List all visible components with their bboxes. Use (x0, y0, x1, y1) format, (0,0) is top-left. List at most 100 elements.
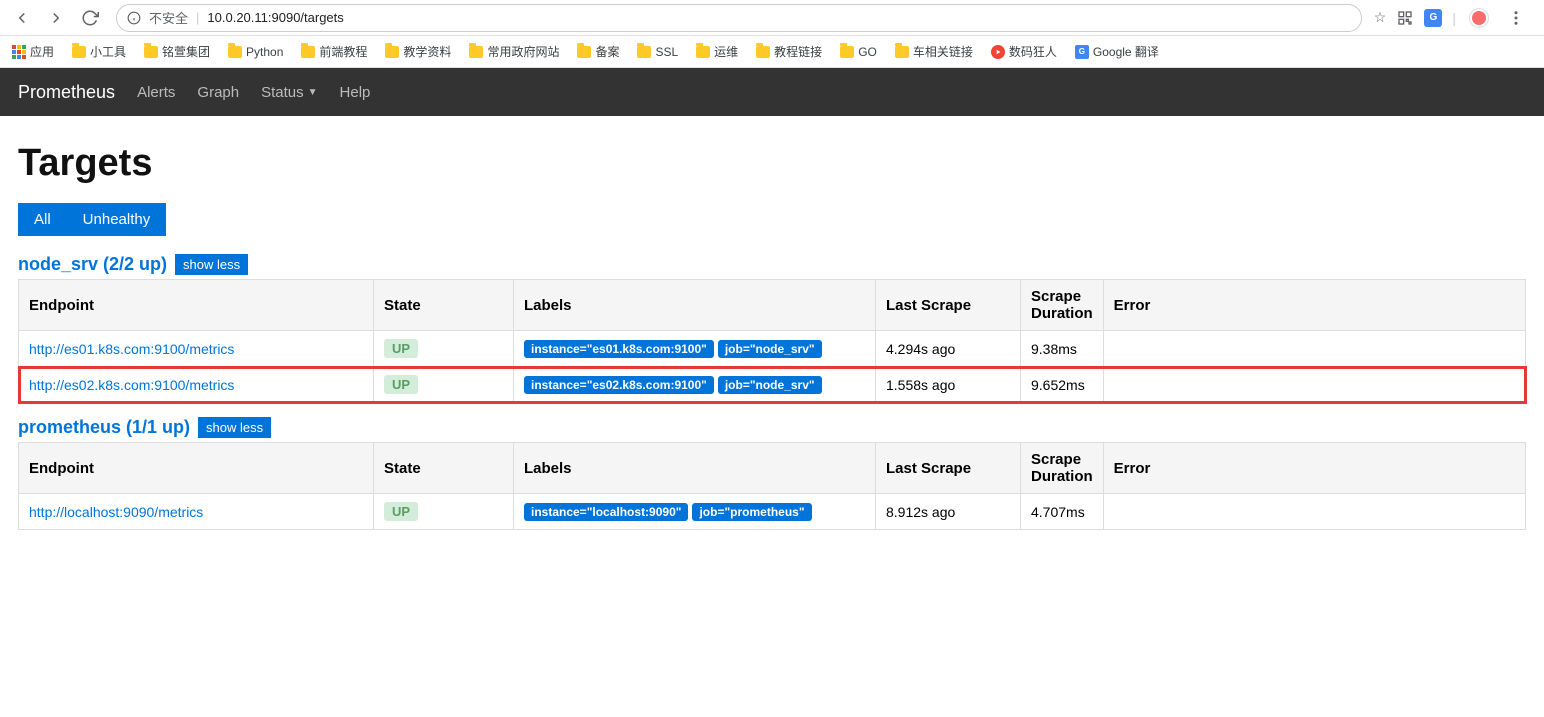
nav-status[interactable]: Status ▼ (261, 84, 317, 101)
job-title-link[interactable]: prometheus (1/1 up) (18, 417, 190, 438)
menu-button[interactable] (1502, 4, 1530, 32)
job-header: node_srv (2/2 up) show less (18, 254, 1526, 275)
bookmark-folder[interactable]: 常用政府网站 (469, 43, 559, 60)
forward-button[interactable] (42, 4, 70, 32)
bookmark-label: Python (246, 45, 283, 59)
column-header: Endpoint (19, 280, 374, 331)
column-header: Scrape Duration (1021, 280, 1104, 331)
bookmark-label: 运维 (714, 43, 738, 60)
bookmark-folder[interactable]: Python (228, 45, 283, 59)
folder-icon (72, 46, 86, 58)
folder-icon (895, 46, 909, 58)
column-header: Error (1103, 443, 1525, 494)
info-icon (127, 11, 141, 25)
bookmark-label: Google 翻译 (1093, 43, 1159, 60)
nav-graph[interactable]: Graph (197, 84, 239, 101)
state-badge: UP (384, 502, 418, 521)
job-header: prometheus (1/1 up) show less (18, 417, 1526, 438)
filter-all-button[interactable]: All (18, 203, 67, 236)
filter-unhealthy-button[interactable]: Unhealthy (67, 203, 167, 236)
translate-icon[interactable]: G (1424, 9, 1442, 27)
column-header: Last Scrape (876, 280, 1021, 331)
bookmark-label: 教程链接 (774, 43, 822, 60)
folder-icon (840, 46, 854, 58)
bookmark-folder[interactable]: 备案 (577, 43, 619, 60)
folder-icon (696, 46, 710, 58)
column-header: Error (1103, 280, 1525, 331)
url-text: 10.0.20.11:9090/targets (207, 10, 343, 25)
nav-alerts[interactable]: Alerts (137, 84, 175, 101)
last-scrape-cell: 4.294s ago (876, 331, 1021, 367)
bookmark-label: SSL (655, 45, 678, 59)
address-bar[interactable]: 不安全 | 10.0.20.11:9090/targets (116, 4, 1362, 32)
folder-icon (228, 46, 242, 58)
red-circle-icon (991, 45, 1005, 59)
table-row: http://es01.k8s.com:9100/metrics UP instan… (19, 331, 1526, 367)
bookmark-label: 数码狂人 (1009, 43, 1057, 60)
label-badge: job="prometheus" (692, 503, 811, 521)
profile-avatar[interactable] (1466, 5, 1492, 31)
targets-table: EndpointStateLabelsLast ScrapeScrape Dur… (18, 442, 1526, 530)
nav-help[interactable]: Help (340, 84, 371, 101)
error-cell (1103, 331, 1525, 367)
star-icon[interactable]: ☆ (1374, 9, 1387, 26)
bookmark-label: 教学资料 (403, 43, 451, 60)
bookmarks-bar: 应用 小工具 铭萱集团 Python 前端教程 教学资料 常用政府网站 备案 SSL 运维 教程链… (0, 36, 1544, 68)
endpoint-link[interactable]: http://es02.k8s.com:9100/metrics (29, 377, 234, 393)
bookmark-folder[interactable]: 教程链接 (756, 43, 822, 60)
label-badge: job="node_srv" (718, 340, 822, 358)
bookmark-folder[interactable]: 车相关链接 (895, 43, 973, 60)
bookmark-google-translate[interactable]: G Google 翻译 (1075, 43, 1159, 60)
show-less-button[interactable]: show less (175, 254, 248, 275)
toolbar-separator: | (1452, 10, 1456, 26)
bookmark-digit-mad[interactable]: 数码狂人 (991, 43, 1057, 60)
browser-toolbar: 不安全 | 10.0.20.11:9090/targets ☆ G | (0, 0, 1544, 36)
bookmark-folder[interactable]: GO (840, 45, 877, 59)
bookmark-folder[interactable]: 铭萱集团 (144, 43, 210, 60)
qr-icon[interactable] (1396, 9, 1414, 27)
targets-table: EndpointStateLabelsLast ScrapeScrape Dur… (18, 279, 1526, 403)
job-title-link[interactable]: node_srv (2/2 up) (18, 254, 167, 275)
label-badge: instance="localhost:9090" (524, 503, 688, 521)
bookmark-folder[interactable]: 前端教程 (301, 43, 367, 60)
bookmark-folder[interactable]: 小工具 (72, 43, 126, 60)
filter-group: All Unhealthy (18, 203, 1526, 236)
brand[interactable]: Prometheus (18, 82, 115, 103)
column-header: Labels (514, 280, 876, 331)
apps-button[interactable]: 应用 (12, 43, 54, 60)
bookmark-label: 车相关链接 (913, 43, 973, 60)
bookmark-folder[interactable]: 运维 (696, 43, 738, 60)
error-cell (1103, 367, 1525, 403)
insecure-label: 不安全 (149, 8, 188, 27)
bookmark-label: 铭萱集团 (162, 43, 210, 60)
separator: | (196, 10, 199, 25)
bookmark-folder[interactable]: 教学资料 (385, 43, 451, 60)
bookmark-label: GO (858, 45, 877, 59)
bookmark-label: 常用政府网站 (487, 43, 559, 60)
folder-icon (144, 46, 158, 58)
apps-icon (12, 45, 26, 59)
endpoint-link[interactable]: http://localhost:9090/metrics (29, 504, 203, 520)
nav-status-label: Status (261, 84, 304, 101)
translate-small-icon: G (1075, 45, 1089, 59)
bookmark-label: 备案 (595, 43, 619, 60)
last-scrape-cell: 1.558s ago (876, 367, 1021, 403)
error-cell (1103, 494, 1525, 530)
show-less-button[interactable]: show less (198, 417, 271, 438)
column-header: Scrape Duration (1021, 443, 1104, 494)
reload-button[interactable] (76, 4, 104, 32)
bookmark-folder[interactable]: SSL (637, 45, 678, 59)
apps-label: 应用 (30, 43, 54, 60)
column-header: Last Scrape (876, 443, 1021, 494)
folder-icon (469, 46, 483, 58)
chevron-down-icon: ▼ (308, 87, 318, 98)
state-badge: UP (384, 339, 418, 358)
endpoint-link[interactable]: http://es01.k8s.com:9100/metrics (29, 341, 234, 357)
label-badge: instance="es01.k8s.com:9100" (524, 340, 714, 358)
folder-icon (385, 46, 399, 58)
last-scrape-cell: 8.912s ago (876, 494, 1021, 530)
column-header: State (374, 280, 514, 331)
bookmark-label: 小工具 (90, 43, 126, 60)
bookmark-label: 前端教程 (319, 43, 367, 60)
back-button[interactable] (8, 4, 36, 32)
